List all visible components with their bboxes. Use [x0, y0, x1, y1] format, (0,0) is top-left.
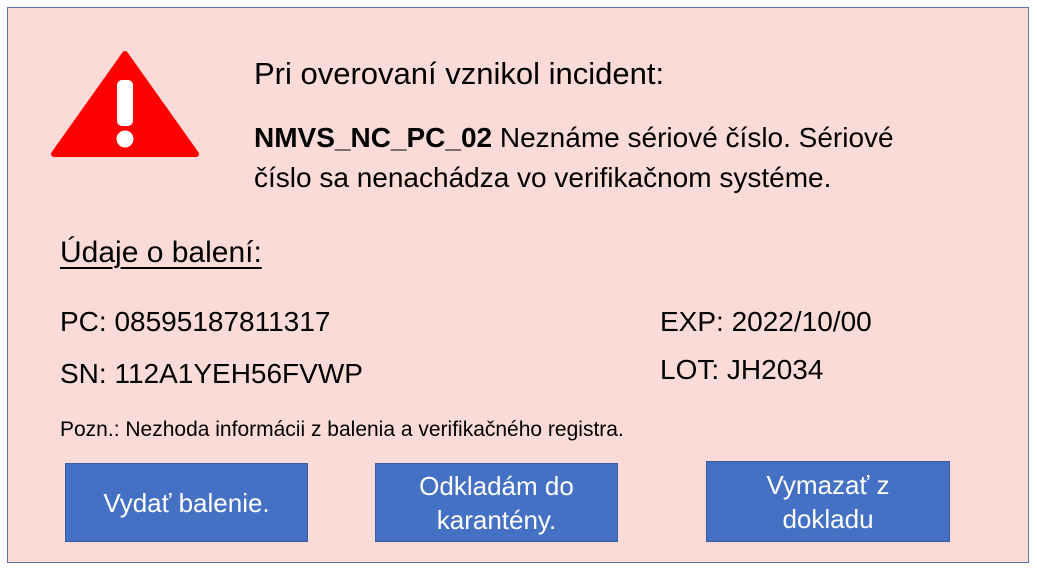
- lot-number: LOT: JH2034: [660, 354, 824, 385]
- incident-title: Pri overovaní vznikol incident:: [254, 56, 665, 91]
- delete-label-line1: Vymazať z: [766, 469, 890, 500]
- release-package-label: Vydať balenie.: [103, 487, 270, 518]
- package-details-heading: Údaje o balení:: [60, 236, 262, 269]
- warning-triangle-icon: [51, 51, 199, 157]
- quarantine-label-line2: karantény.: [436, 504, 557, 535]
- quarantine-label-line1: Odkladám do: [419, 470, 574, 501]
- product-code: PC: 08595187811317: [60, 306, 331, 337]
- incident-message: NMVS_NC_PC_02 Neznáme sériové číslo. Sér…: [254, 122, 894, 154]
- incident-message-part2: číslo sa nenachádza vo verifikačnom syst…: [254, 162, 832, 193]
- note-text: Pozn.: Nezhoda informácii z balenia a ve…: [60, 418, 624, 441]
- delete-label-line2: dokladu: [782, 503, 874, 534]
- release-package-button[interactable]: Vydať balenie.: [65, 463, 308, 542]
- incident-message-part1: Neznáme sériové číslo. Sériové: [492, 122, 894, 153]
- incident-code: NMVS_NC_PC_02: [254, 122, 493, 153]
- quarantine-button[interactable]: Odkladám do karantény.: [375, 463, 618, 542]
- delete-from-document-button[interactable]: Vymazať z dokladu: [706, 461, 950, 542]
- serial-number: SN: 112A1YEH56FVWP: [60, 358, 363, 389]
- incident-dialog: Pri overovaní vznikol incident: NMVS_NC_…: [7, 7, 1029, 563]
- expiry-date: EXP: 2022/10/00: [660, 306, 872, 337]
